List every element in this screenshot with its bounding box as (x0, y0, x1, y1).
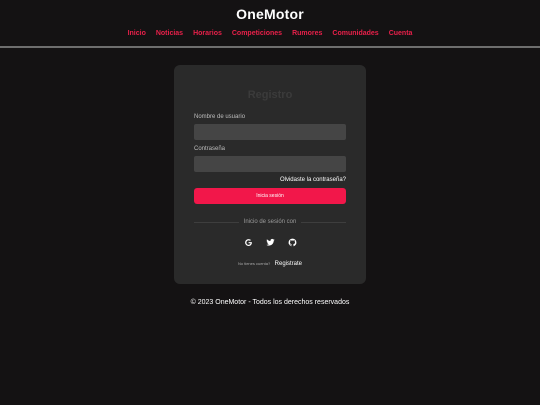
username-input[interactable] (194, 124, 346, 140)
signup-link[interactable]: Registrate (275, 261, 302, 267)
google-icon[interactable] (244, 237, 253, 247)
nav-link-cuenta[interactable]: Cuenta (389, 29, 413, 39)
site-header: OneMotor Inicio Noticias Horarios Compet… (0, 0, 540, 48)
nav-link-competiciones[interactable]: Competiciones (232, 29, 282, 39)
nav-link-horarios[interactable]: Horarios (193, 29, 222, 39)
login-card: Registro Nombre de usuario Contraseña Ol… (174, 65, 366, 284)
site-title: OneMotor (236, 6, 304, 22)
signup-question: No tienes cuenta? (237, 261, 271, 266)
password-label: Contraseña (194, 146, 226, 152)
divider-text: Inicio de sesión con (243, 219, 297, 225)
divider-line-left (194, 221, 239, 223)
nav-link-noticias[interactable]: Noticias (156, 29, 183, 39)
form-title: Registro (247, 89, 293, 101)
signup-prompt: No tienes cuenta? Registrate (194, 257, 346, 267)
login-button[interactable]: Inicia sesión (194, 188, 346, 204)
github-icon[interactable] (288, 237, 297, 247)
main-nav: Inicio Noticias Horarios Competiciones R… (0, 29, 540, 39)
password-input[interactable] (194, 156, 346, 172)
nav-link-comunidades[interactable]: Comunidades (332, 29, 378, 39)
social-divider: Inicio de sesión con (194, 218, 347, 226)
footer-copyright: © 2023 OneMotor - Todos los derechos res… (190, 299, 350, 306)
forgot-password-link[interactable]: Olvidaste la contraseña? (194, 176, 346, 184)
divider-line-right (301, 221, 347, 223)
username-label: Nombre de usuario (194, 114, 246, 120)
nav-link-inicio[interactable]: Inicio (128, 29, 146, 39)
social-login-buttons (194, 237, 346, 247)
twitter-icon[interactable] (265, 237, 275, 247)
nav-link-rumores[interactable]: Rumores (292, 29, 322, 39)
